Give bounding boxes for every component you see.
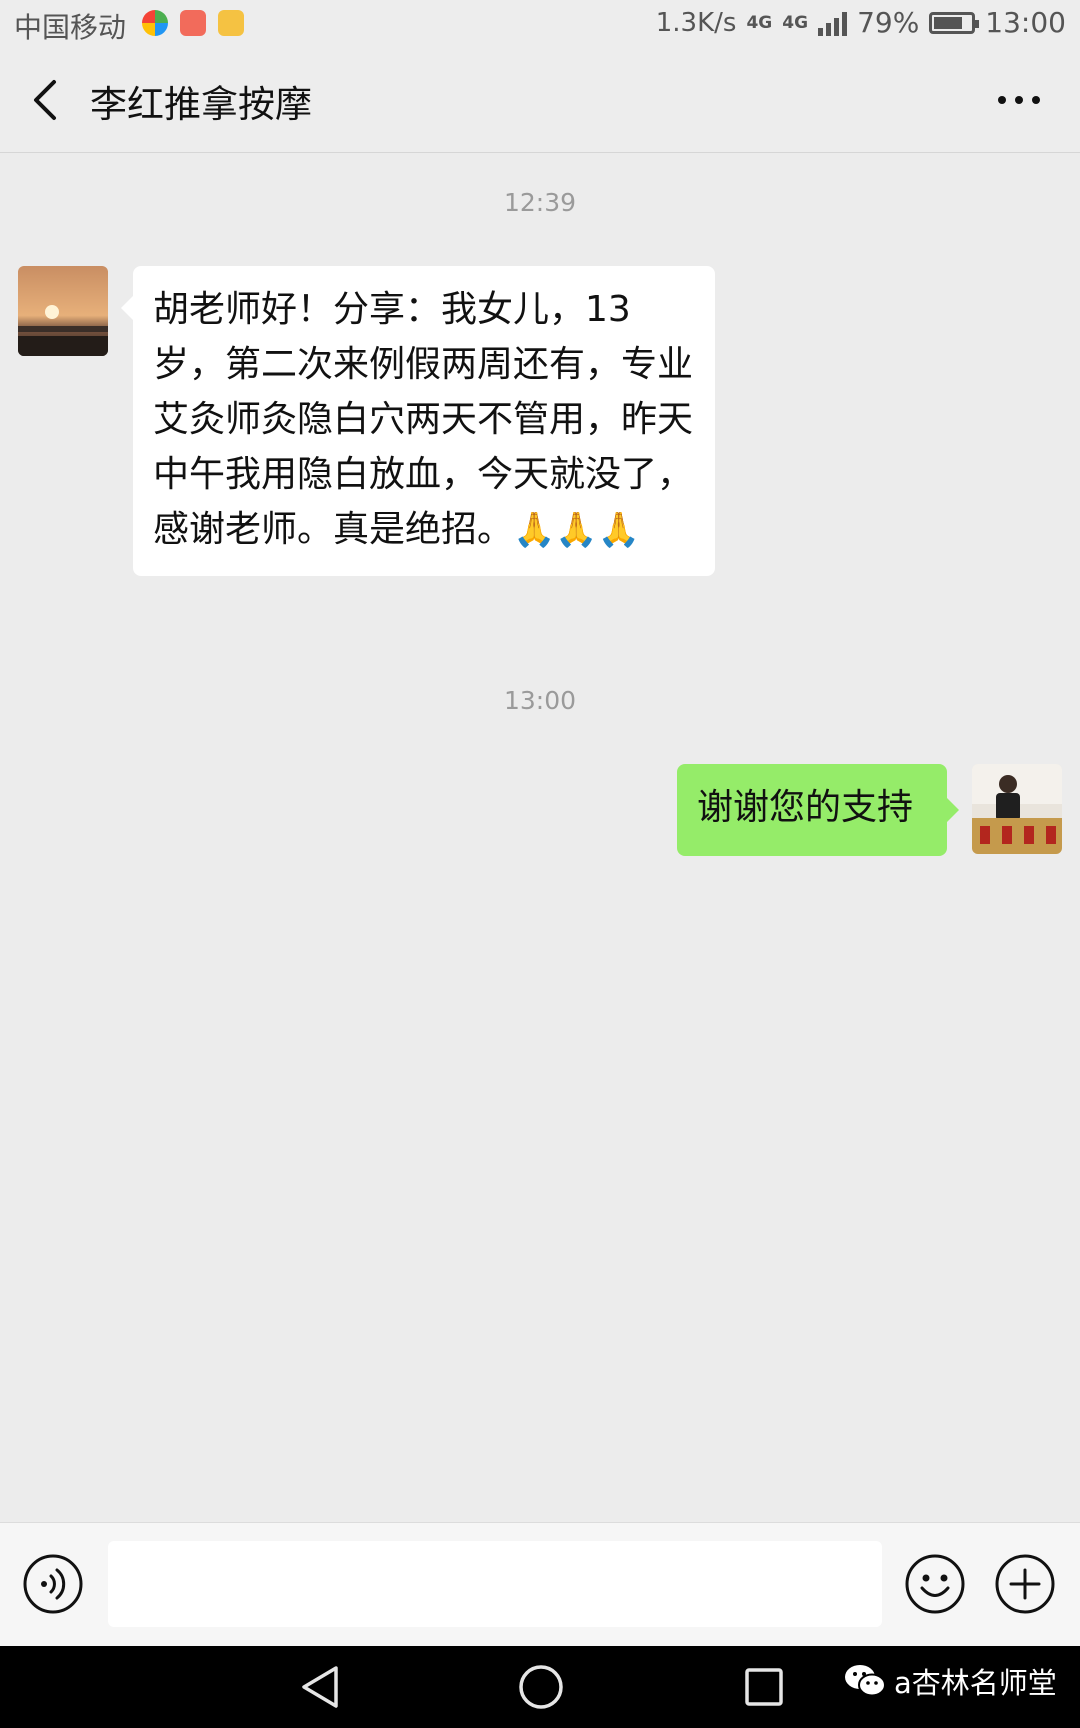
message-timestamp: 12:39	[503, 188, 577, 217]
network-type-badge: 4G	[782, 12, 809, 33]
sunset-avatar-image	[18, 266, 108, 356]
clock: 13:00	[985, 6, 1066, 39]
wifi-app-icon	[218, 10, 244, 36]
nav-back-icon[interactable]	[296, 1662, 344, 1712]
app-notification-icon	[142, 10, 168, 36]
voice-input-icon[interactable]	[22, 1553, 84, 1615]
notification-icons	[142, 10, 244, 36]
watermark: a杏林名师堂	[844, 1660, 1057, 1702]
battery-fill	[934, 16, 963, 29]
message-text: 谢谢您的支持	[697, 787, 914, 828]
contact-avatar[interactable]	[18, 266, 108, 356]
prayer-hands-emoji: 🙏🙏🙏	[513, 510, 641, 550]
battery-percent: 79%	[857, 6, 920, 39]
network-type-badge: 4G	[746, 12, 773, 33]
user-avatar[interactable]	[972, 764, 1062, 854]
nav-home-icon[interactable]	[518, 1664, 564, 1710]
app-notification-icon	[180, 10, 206, 36]
message-input-bar	[0, 1522, 1080, 1647]
system-navigation-bar: a杏林名师堂	[0, 1646, 1080, 1728]
nav-recent-apps-icon[interactable]	[744, 1667, 784, 1707]
more-options-icon[interactable]	[994, 82, 1044, 118]
battery-icon	[929, 11, 980, 34]
watermark-text: a杏林名师堂	[894, 1666, 1057, 1700]
carrier-name: 中国移动	[14, 11, 127, 44]
plus-icon[interactable]	[994, 1553, 1056, 1615]
signal-icon	[818, 10, 848, 36]
wechat-logo-icon	[845, 1665, 886, 1697]
message-timestamp: 13:00	[503, 686, 577, 715]
outgoing-message-bubble[interactable]: 谢谢您的支持	[677, 764, 959, 856]
teacher-avatar-image	[972, 764, 1062, 854]
chat-header: 李红推拿按摩	[0, 48, 1080, 153]
incoming-message-bubble[interactable]: 胡老师好！分享：我女儿，13岁，第二次来例假两周还有，专业艾灸师灸隐白穴两天不管…	[121, 266, 715, 576]
emoji-icon[interactable]	[904, 1553, 966, 1615]
status-bar: 中国移动 1.3K/s 4G 4G 79% 13:00	[0, 0, 1080, 48]
chat-title: 李红推拿按摩	[90, 83, 312, 126]
network-speed: 1.3K/s	[655, 7, 737, 38]
message-text-input[interactable]	[108, 1541, 882, 1627]
back-arrow-icon[interactable]	[28, 76, 68, 124]
